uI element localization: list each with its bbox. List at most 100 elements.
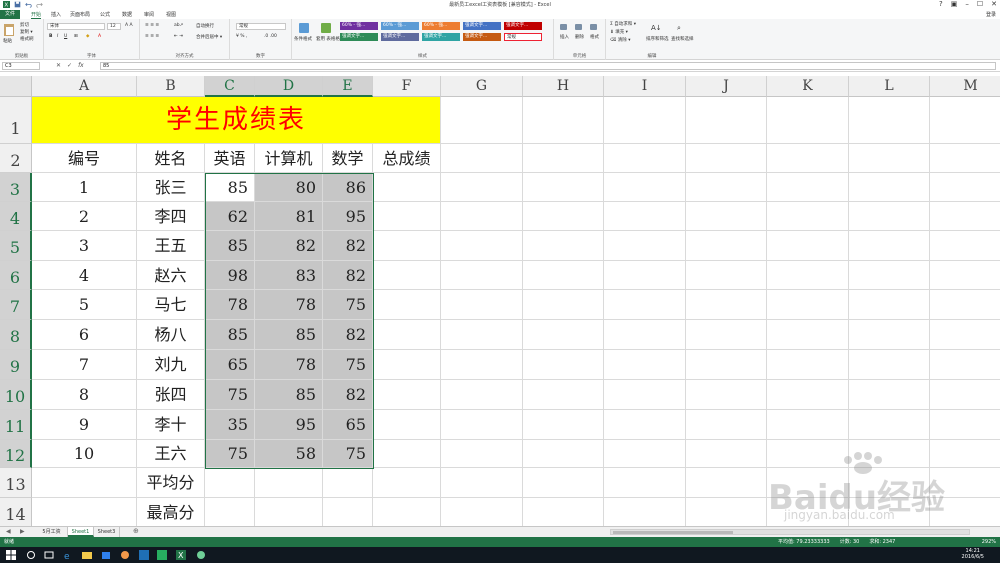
sheet-nav-right-icon[interactable]: ▶ <box>20 528 25 535</box>
style-tile-1[interactable]: 60% - 强... <box>340 22 378 30</box>
windows-start-icon[interactable] <box>6 550 16 560</box>
column-header-l[interactable]: L <box>849 76 930 97</box>
cell-empty[interactable] <box>849 350 930 380</box>
orientation-icon[interactable]: ab↗ <box>174 23 183 28</box>
cell-empty[interactable] <box>373 350 441 380</box>
cell-empty[interactable] <box>930 231 1000 261</box>
cell-empty[interactable] <box>767 290 849 320</box>
cell-empty[interactable] <box>849 144 930 173</box>
cell-empty[interactable] <box>441 320 523 350</box>
maximize-icon[interactable]: ☐ <box>977 0 983 8</box>
cell-empty[interactable] <box>930 173 1000 202</box>
sort-filter-icon[interactable]: A↓ <box>651 24 662 32</box>
cell-empty[interactable] <box>523 350 604 380</box>
row-header-10[interactable]: 10 <box>0 380 32 410</box>
cell-empty[interactable] <box>604 350 686 380</box>
cell-empty[interactable] <box>767 350 849 380</box>
english-score-cell[interactable]: 62 <box>205 202 255 231</box>
cell-empty[interactable] <box>767 144 849 173</box>
cell-empty[interactable] <box>441 173 523 202</box>
app-icon[interactable] <box>139 550 149 560</box>
cell-empty[interactable] <box>686 350 767 380</box>
indent-icon[interactable]: ⇤ ⇥ <box>174 34 183 39</box>
max-label-cell[interactable]: 最高分 <box>137 498 205 526</box>
underline-icon[interactable]: U <box>64 34 67 39</box>
store-icon[interactable] <box>101 550 111 560</box>
name-cell[interactable]: 李十 <box>137 410 205 440</box>
cell-empty[interactable] <box>930 350 1000 380</box>
conditional-format-button[interactable]: 条件格式 <box>294 36 312 42</box>
id-cell[interactable]: 3 <box>32 231 137 261</box>
cell-empty[interactable] <box>604 231 686 261</box>
style-tile-6[interactable]: 强调文字... <box>340 33 378 41</box>
cell-empty[interactable] <box>373 320 441 350</box>
insert-cells-icon[interactable] <box>560 24 567 30</box>
cell-empty[interactable] <box>441 97 523 144</box>
header-cell[interactable]: 计算机 <box>255 144 323 173</box>
italic-icon[interactable]: I <box>57 34 58 39</box>
cell-empty[interactable] <box>604 144 686 173</box>
cell-empty[interactable] <box>686 440 767 468</box>
cell-empty[interactable] <box>767 410 849 440</box>
cell-empty[interactable] <box>32 498 137 526</box>
column-header-j[interactable]: J <box>686 76 767 97</box>
cell-empty[interactable] <box>441 144 523 173</box>
cell-empty[interactable] <box>523 320 604 350</box>
cell-empty[interactable] <box>604 173 686 202</box>
math-score-cell[interactable]: 75 <box>323 350 373 380</box>
id-cell[interactable]: 6 <box>32 320 137 350</box>
math-score-cell[interactable]: 95 <box>323 202 373 231</box>
row-header-9[interactable]: 9 <box>0 350 32 380</box>
cut-button[interactable]: 剪切 <box>20 22 29 28</box>
cell-empty[interactable] <box>849 380 930 410</box>
column-header-m[interactable]: M <box>930 76 1000 97</box>
english-score-cell[interactable]: 75 <box>205 380 255 410</box>
cell-empty[interactable] <box>604 468 686 498</box>
find-select-icon[interactable]: ⌕ <box>677 24 681 33</box>
cell-empty[interactable] <box>373 440 441 468</box>
browser-icon[interactable] <box>196 550 206 560</box>
math-score-cell[interactable]: 75 <box>323 290 373 320</box>
cell-empty[interactable] <box>849 173 930 202</box>
header-cell[interactable]: 编号 <box>32 144 137 173</box>
english-score-cell[interactable]: 98 <box>205 261 255 290</box>
cell-empty[interactable] <box>604 498 686 526</box>
cell-empty[interactable] <box>441 350 523 380</box>
cell-empty[interactable] <box>930 468 1000 498</box>
header-cell[interactable]: 英语 <box>205 144 255 173</box>
cell-empty[interactable] <box>373 380 441 410</box>
computer-score-cell[interactable]: 81 <box>255 202 323 231</box>
cell-empty[interactable] <box>849 440 930 468</box>
id-cell[interactable]: 5 <box>32 290 137 320</box>
style-tile-2[interactable]: 60% - 强... <box>381 22 419 30</box>
id-cell[interactable]: 7 <box>32 350 137 380</box>
cell-empty[interactable] <box>523 231 604 261</box>
column-header-h[interactable]: H <box>523 76 604 97</box>
copy-button[interactable]: 复制 ▾ <box>20 29 33 35</box>
column-header-g[interactable]: G <box>441 76 523 97</box>
row-header-12[interactable]: 12 <box>0 440 32 468</box>
cell-empty[interactable] <box>767 380 849 410</box>
cell-empty[interactable] <box>686 144 767 173</box>
id-cell[interactable]: 8 <box>32 380 137 410</box>
sheet-tab-salary[interactable]: 5月工资 <box>36 527 68 537</box>
cell-empty[interactable] <box>930 202 1000 231</box>
insert-function-icon[interactable]: fx <box>78 62 84 69</box>
cell-empty[interactable] <box>604 261 686 290</box>
cell-empty[interactable] <box>323 498 373 526</box>
tab-file[interactable]: 文件 <box>0 10 20 19</box>
cell-empty[interactable] <box>373 261 441 290</box>
cell-empty[interactable] <box>523 97 604 144</box>
name-cell[interactable]: 李四 <box>137 202 205 231</box>
computer-score-cell[interactable]: 82 <box>255 231 323 261</box>
cell-empty[interactable] <box>32 468 137 498</box>
merge-center-button[interactable]: 合并后居中 ▾ <box>196 34 222 40</box>
cell-empty[interactable] <box>686 380 767 410</box>
autosum-button[interactable]: Σ 自动求和 ▾ <box>610 21 636 27</box>
cell-empty[interactable] <box>686 468 767 498</box>
clear-button[interactable]: ⌫ 清除 ▾ <box>610 37 631 43</box>
cell-empty[interactable] <box>767 320 849 350</box>
cell-empty[interactable] <box>373 290 441 320</box>
id-cell[interactable]: 9 <box>32 410 137 440</box>
cell-empty[interactable] <box>523 440 604 468</box>
